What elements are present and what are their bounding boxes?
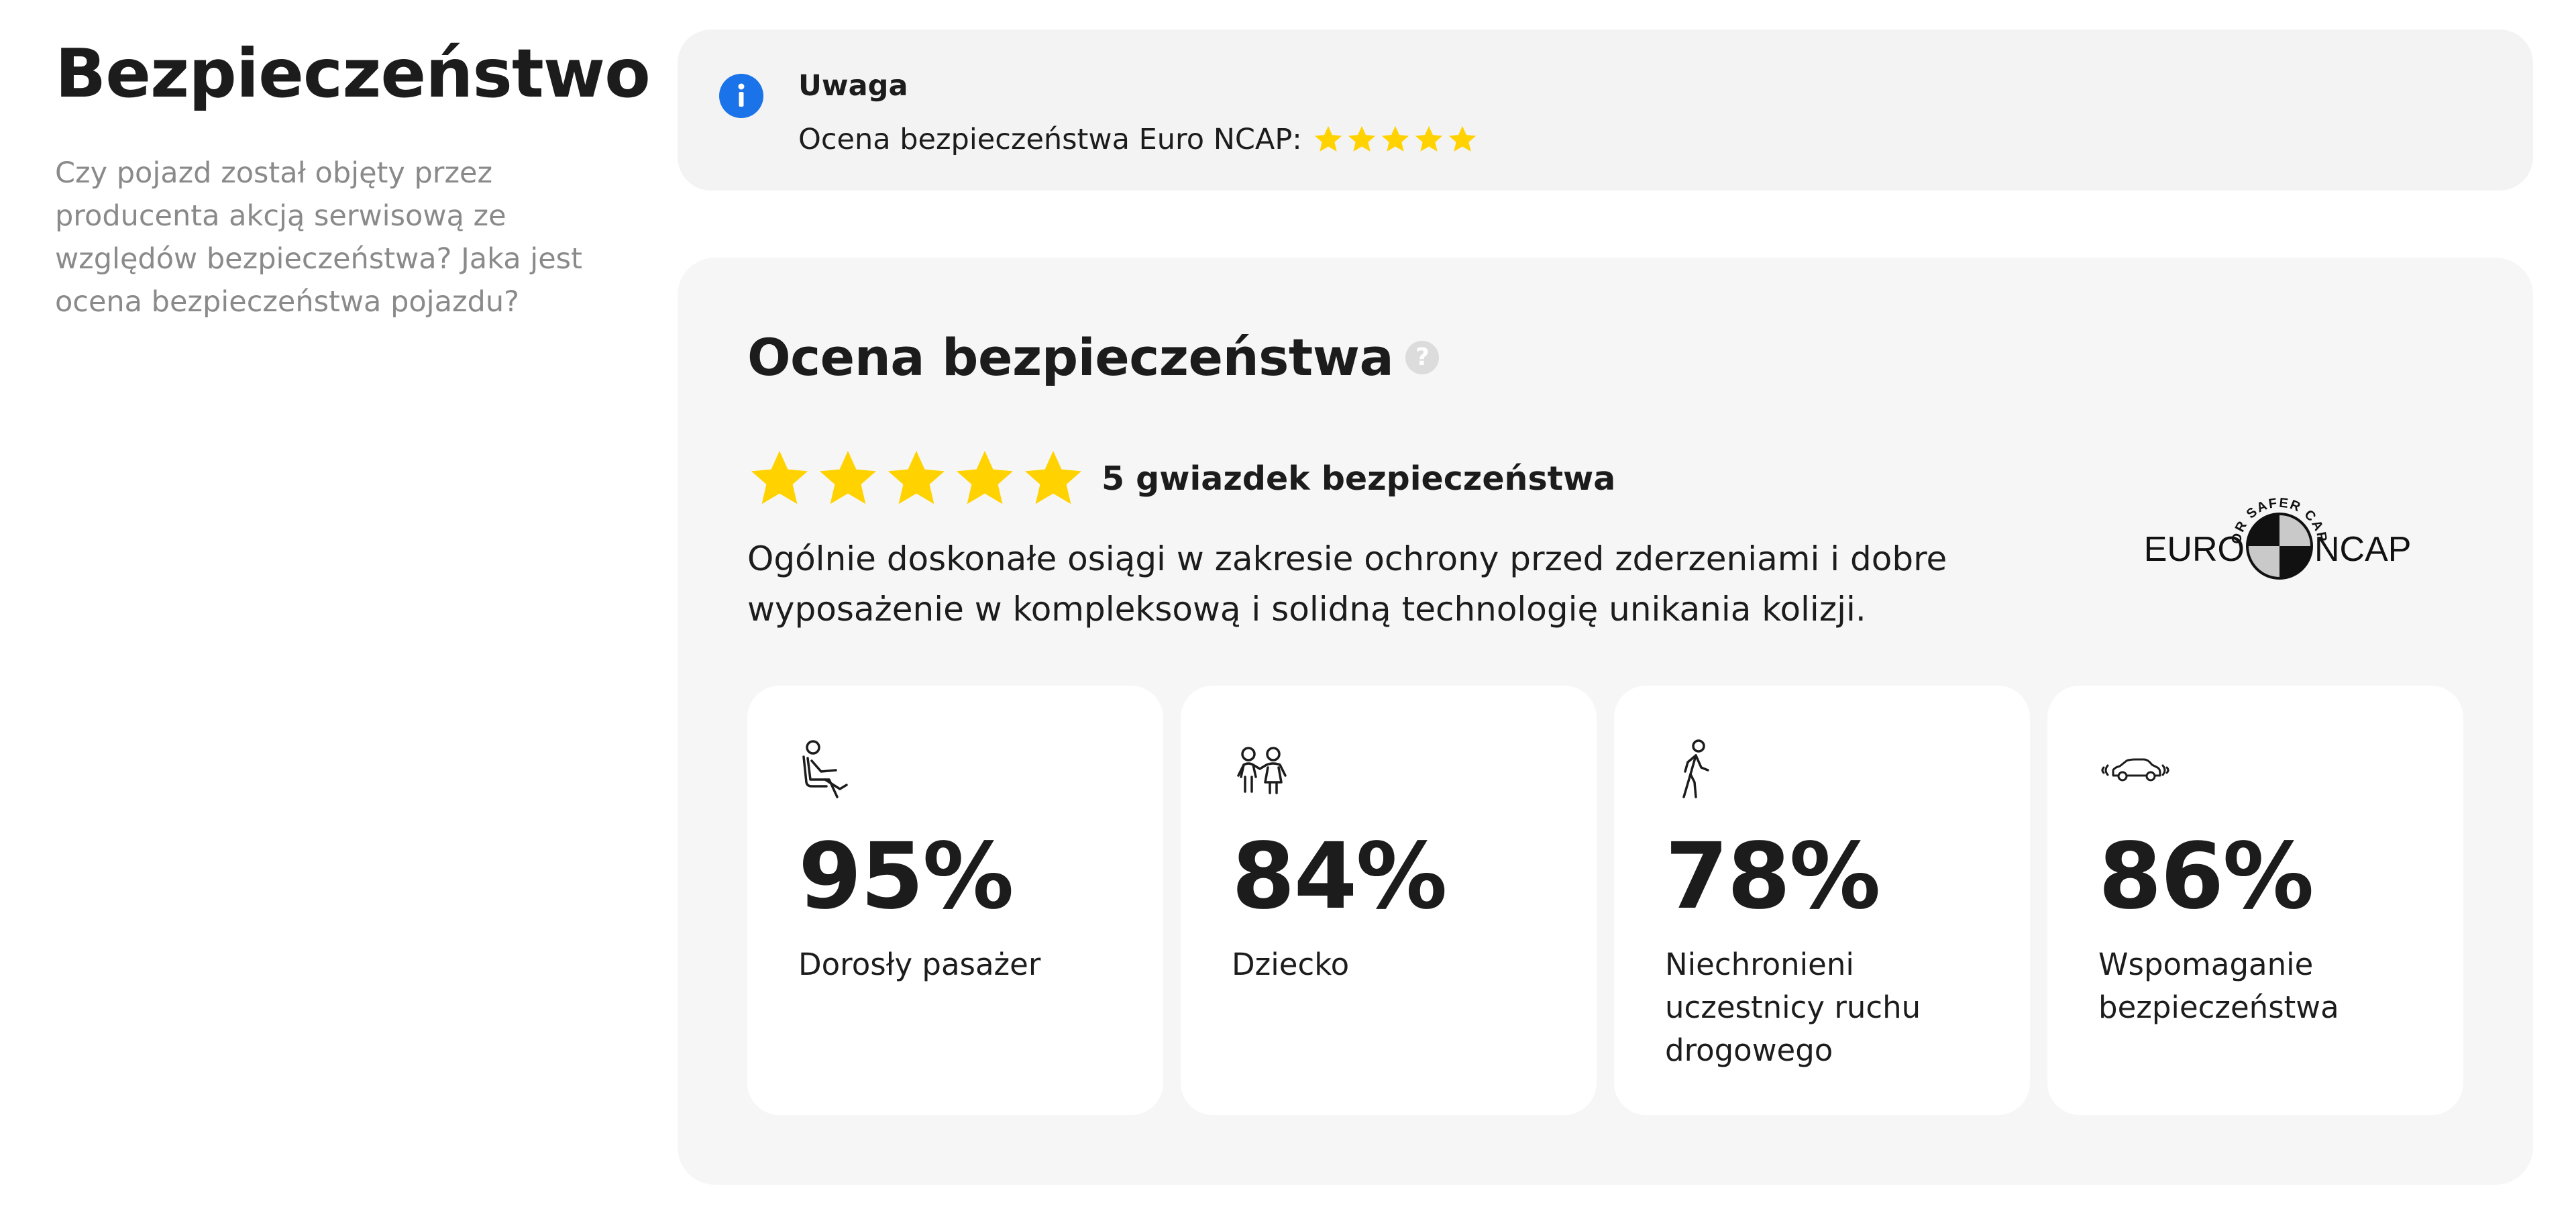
rating-title: Ocena bezpieczeństwa: [747, 327, 1394, 387]
star-icon: [1348, 125, 1375, 152]
category-percent: 84%: [1232, 824, 1448, 930]
category-card-adult: 95% Dorosły pasażer: [747, 686, 1163, 1115]
notice-box: Uwaga Ocena bezpieczeństwa Euro NCAP:: [678, 30, 2533, 191]
logo-right-text: NCAP: [2314, 530, 2411, 569]
category-label: Dorosły pasażer: [798, 947, 1041, 982]
car-sensor-icon: [2101, 758, 2169, 782]
question-icon[interactable]: ?: [1405, 341, 1440, 374]
section-title: Bezpieczeństwo: [55, 34, 651, 113]
star-icon: [1381, 125, 1409, 152]
category-label: Wspomaganie bezpieczeństwa: [2098, 947, 2339, 1025]
rating-categories: 95% Dorosły pasażer 84% Dziecko 78% Niec…: [747, 686, 2463, 1115]
section-description: Czy pojazd został objęty przez producent…: [55, 156, 582, 319]
section-intro: Bezpieczeństwo Czy pojazd został objęty …: [55, 27, 651, 323]
star-icon: [888, 451, 945, 505]
star-icon: [1415, 125, 1442, 152]
category-label: Niechronieni uczestnicy ruchu drogowego: [1665, 947, 1921, 1068]
category-card-child: 84% Dziecko: [1181, 686, 1597, 1115]
pedestrian-icon: [1682, 739, 1709, 798]
notice-text-row: Ocena bezpieczeństwa Euro NCAP:: [798, 115, 1478, 164]
star-rating: [747, 447, 1085, 511]
notice-text: Ocena bezpieczeństwa Euro NCAP:: [798, 123, 1302, 156]
star-icon: [1025, 451, 1081, 505]
star-icon: [957, 451, 1013, 505]
euro-ncap-logo: FOR SAFER CARS EURO NCAP: [2145, 484, 2411, 580]
category-percent: 95%: [798, 824, 1014, 930]
safety-rating-panel: Ocena bezpieczeństwa ? 5 gwiazdek bezpie…: [678, 258, 2533, 1185]
category-card-pedestrian: 78% Niechronieni uczestnicy ruchu drogow…: [1614, 686, 2030, 1115]
star-icon: [1314, 125, 1342, 152]
star-icon: [751, 451, 808, 505]
children-icon: [1237, 747, 1287, 794]
star-icon: [1448, 125, 1476, 152]
logo-left-text: EURO: [2145, 530, 2245, 569]
category-percent: 86%: [2098, 824, 2314, 930]
stars-label: 5 gwiazdek bezpieczeństwa: [1102, 460, 1616, 498]
category-label: Dziecko: [1232, 947, 1350, 982]
notice-title: Uwaga: [798, 69, 908, 103]
category-percent: 78%: [1665, 824, 1881, 930]
adult-seat-icon: [802, 740, 848, 798]
rating-description: Ogólnie doskonałe osiągi w zakresie ochr…: [747, 539, 1947, 629]
rating-heading: Ocena bezpieczeństwa ?: [747, 321, 1440, 394]
info-icon: [719, 74, 763, 118]
category-card-safety-assist: 86% Wspomaganie bezpieczeństwa: [2047, 686, 2463, 1115]
star-icon: [820, 451, 876, 505]
rating-stars-row: 5 gwiazdek bezpieczeństwa: [747, 447, 1615, 511]
notice-star-rating: [1313, 124, 1478, 155]
